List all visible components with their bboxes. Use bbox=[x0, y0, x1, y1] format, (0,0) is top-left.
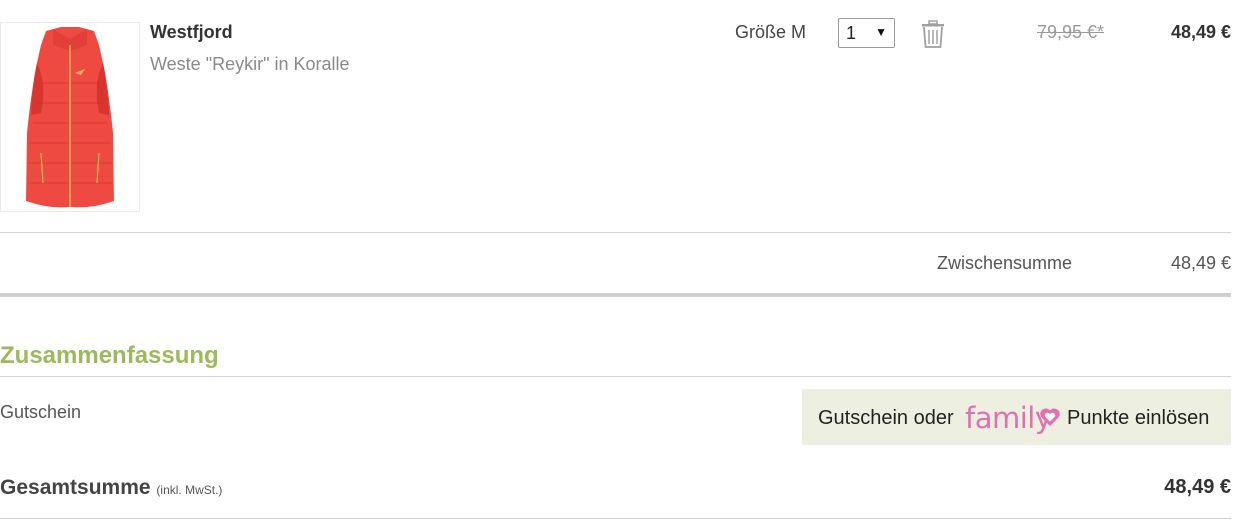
voucher-button-prefix: Gutschein oder bbox=[818, 407, 954, 429]
heart-icon bbox=[1039, 407, 1061, 427]
product-image[interactable] bbox=[0, 22, 140, 212]
product-brand[interactable]: Westfjord bbox=[150, 22, 233, 43]
original-price: 79,95 €* bbox=[1037, 22, 1105, 42]
product-name[interactable]: Weste "Reykir" in Koralle bbox=[150, 54, 350, 75]
divider bbox=[0, 232, 1231, 233]
divider bbox=[0, 518, 1231, 519]
divider-thick bbox=[0, 293, 1231, 297]
voucher-button-suffix: Punkte einlösen bbox=[1067, 407, 1210, 429]
subtotal-value: 48,49 € bbox=[1170, 253, 1231, 273]
total-label: Gesamtsumme (inkl. MwSt.) bbox=[0, 476, 222, 500]
divider bbox=[0, 376, 1231, 377]
total-value: 48,49 € bbox=[1164, 476, 1231, 498]
item-price: 48,49 € bbox=[1170, 22, 1231, 42]
trash-icon[interactable] bbox=[920, 19, 946, 49]
total-label-text: Gesamtsumme bbox=[0, 476, 151, 499]
product-size: Größe M bbox=[735, 22, 807, 42]
redeem-voucher-button[interactable]: Gutschein oder family Punkte einlösen bbox=[802, 389, 1231, 445]
subtotal-label: Zwischensumme bbox=[937, 253, 1073, 273]
summary-title: Zusammenfassung bbox=[0, 342, 219, 369]
tax-note: (inkl. MwSt.) bbox=[156, 483, 223, 497]
chevron-down-icon: ▼ bbox=[875, 25, 887, 39]
voucher-label: Gutschein bbox=[0, 402, 82, 422]
quantity-value: 1 bbox=[846, 23, 857, 43]
quantity-select[interactable]: 1 ▼ bbox=[838, 18, 895, 48]
